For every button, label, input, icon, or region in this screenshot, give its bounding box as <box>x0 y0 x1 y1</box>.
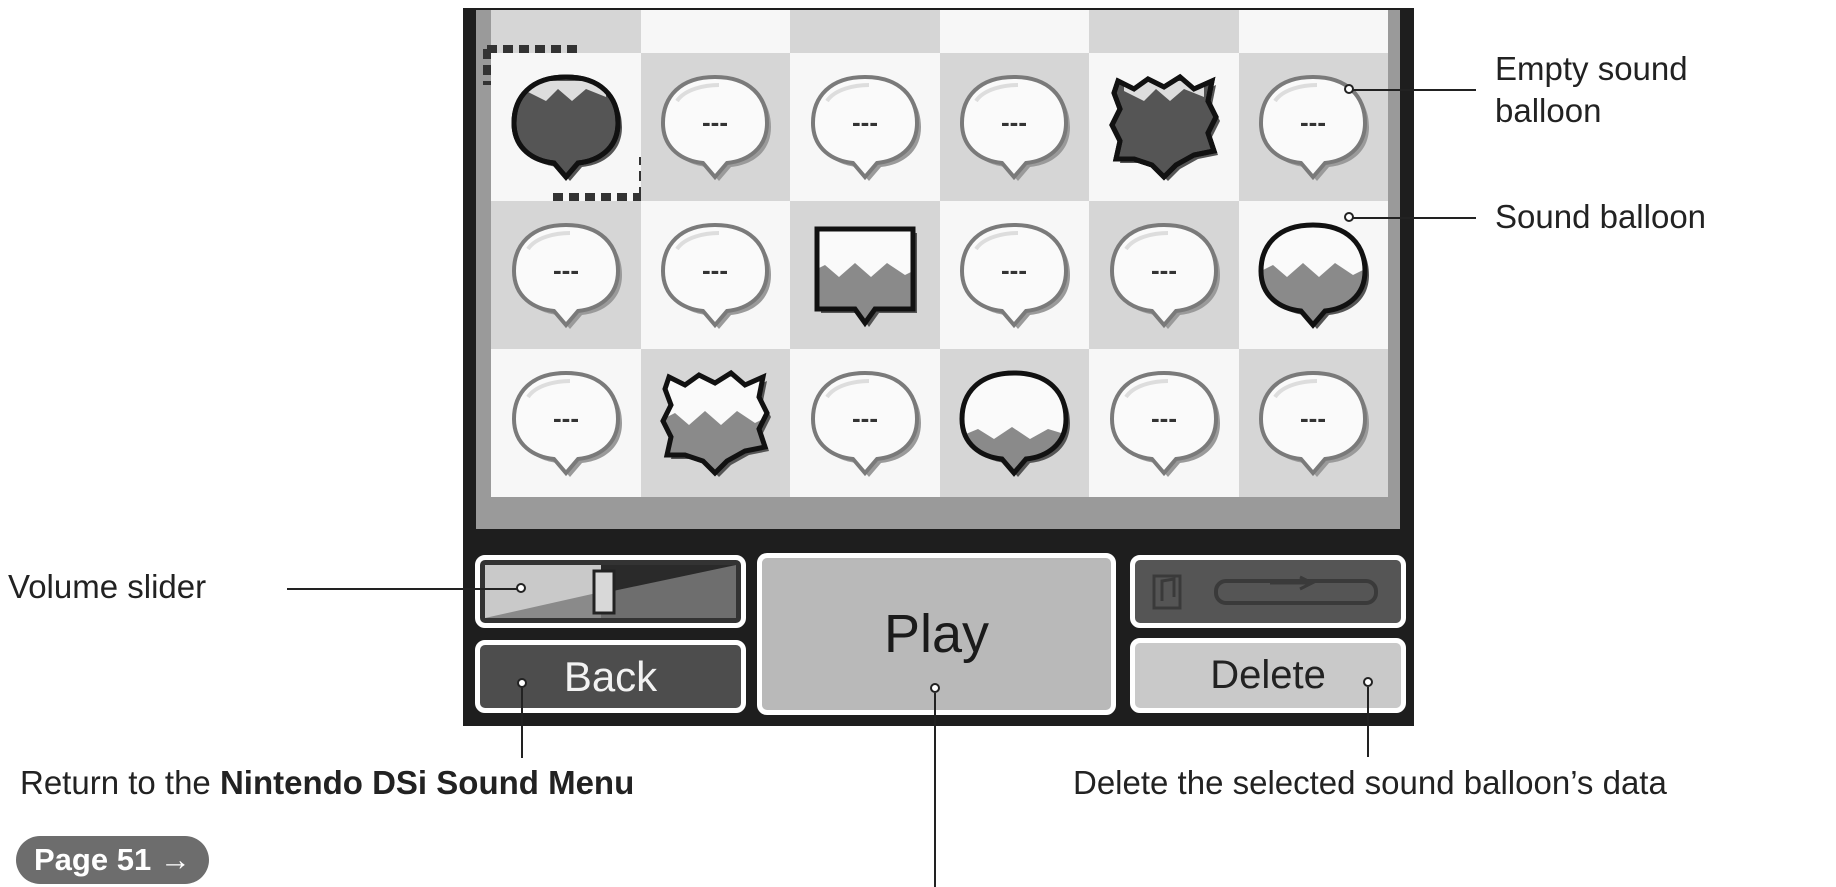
play-button-label: Play <box>883 604 990 664</box>
grid-tab <box>640 10 790 53</box>
svg-text:---: --- <box>702 107 728 137</box>
music-transfer-button[interactable] <box>1130 555 1406 628</box>
callout-line <box>1348 217 1476 219</box>
grid-tab <box>491 10 641 53</box>
empty-sound-balloon[interactable]: --- <box>790 349 940 497</box>
sound-balloon[interactable] <box>483 45 647 201</box>
grid-tab <box>939 10 1089 53</box>
sound-balloon-icon <box>511 74 622 181</box>
page-reference-badge[interactable]: Page 51 → <box>16 836 209 884</box>
empty-sound-balloon[interactable]: --- <box>790 53 940 201</box>
empty-sound-balloon[interactable]: --- <box>640 201 790 349</box>
balloon-row: --- --- --- --- <box>483 45 1388 201</box>
sound-balloon[interactable] <box>790 201 940 349</box>
empty-balloon-icon: --- <box>810 74 921 181</box>
empty-sound-balloon[interactable]: --- <box>491 349 641 497</box>
callout-sound-balloon: Sound balloon <box>1495 198 1707 235</box>
volume-slider[interactable] <box>475 555 746 628</box>
delete-button[interactable]: Delete <box>1130 638 1406 713</box>
callout-line <box>1348 89 1476 91</box>
callout-return-menu: Return to the Nintendo DSi Sound Menu <box>20 764 634 802</box>
empty-balloon-icon: --- <box>1259 74 1370 181</box>
empty-balloon-icon: --- <box>1109 370 1220 477</box>
back-button-label: Back <box>563 652 658 700</box>
grid-tab <box>1238 10 1388 53</box>
sound-balloon[interactable] <box>640 349 790 497</box>
svg-text:---: --- <box>553 255 579 285</box>
sound-balloon[interactable] <box>939 349 1089 497</box>
svg-text:---: --- <box>1151 255 1177 285</box>
grid-tab <box>1089 10 1239 53</box>
callout-dot <box>517 678 527 688</box>
empty-balloon-icon: --- <box>1109 222 1220 329</box>
balloon-row: --- --- --- --- <box>491 201 1388 349</box>
sound-balloon[interactable] <box>1089 53 1239 201</box>
grid-tab-row <box>491 10 1388 53</box>
empty-balloon-icon: --- <box>511 222 622 329</box>
callout-dot <box>930 683 940 693</box>
empty-balloon-icon: --- <box>1259 370 1370 477</box>
empty-sound-balloon[interactable]: --- <box>640 53 790 201</box>
empty-balloon-icon: --- <box>810 370 921 477</box>
empty-balloon-icon: --- <box>511 370 622 477</box>
callout-empty-balloon-line1: Empty sound <box>1495 50 1688 87</box>
svg-text:---: --- <box>852 107 878 137</box>
svg-text:---: --- <box>553 403 579 433</box>
music-note-icon <box>1152 574 1378 610</box>
callout-line <box>1367 687 1369 757</box>
callout-volume-slider: Volume slider <box>8 568 207 605</box>
callout-return-menu-name: Nintendo DSi Sound Menu <box>219 764 635 801</box>
svg-text:---: --- <box>702 255 728 285</box>
sound-balloon-icon <box>959 370 1071 477</box>
sound-balloon-icon <box>660 369 772 477</box>
sound-balloon-icon <box>814 226 917 328</box>
callout-delete-data: Delete the selected sound balloon’s data <box>1073 764 1667 801</box>
empty-sound-balloon[interactable]: --- <box>1089 201 1239 349</box>
callout-dot <box>1344 212 1354 222</box>
svg-text:---: --- <box>852 403 878 433</box>
sound-balloon[interactable] <box>1238 201 1388 349</box>
callout-line <box>287 588 521 590</box>
volume-slider-thumb[interactable] <box>592 569 616 615</box>
svg-text:---: --- <box>1001 255 1027 285</box>
callout-dot <box>1344 84 1354 94</box>
callout-line <box>934 693 936 887</box>
callout-line <box>521 688 523 758</box>
svg-text:---: --- <box>1001 107 1027 137</box>
callout-return-prefix: Return to the <box>20 764 220 801</box>
empty-balloon-icon: --- <box>960 74 1071 181</box>
sound-balloon-icon <box>1258 222 1370 329</box>
sound-balloon-icon <box>1108 73 1220 181</box>
empty-balloon-icon: --- <box>661 74 772 181</box>
empty-sound-balloon[interactable]: --- <box>939 201 1089 349</box>
balloon-row: --- --- --- --- <box>491 349 1388 497</box>
callout-empty-balloon-line2: balloon <box>1495 92 1602 129</box>
empty-sound-balloon[interactable]: --- <box>939 53 1089 201</box>
empty-sound-balloon[interactable]: --- <box>1238 349 1388 497</box>
empty-balloon-icon: --- <box>661 222 772 329</box>
callout-dot <box>516 583 526 593</box>
empty-sound-balloon[interactable]: --- <box>491 201 641 349</box>
empty-sound-balloon[interactable]: --- <box>1238 53 1388 201</box>
delete-button-label: Delete <box>1210 653 1326 697</box>
empty-balloon-icon: --- <box>960 222 1071 329</box>
back-button[interactable]: Back <box>475 640 746 713</box>
svg-text:---: --- <box>1300 107 1326 137</box>
svg-text:---: --- <box>1151 403 1177 433</box>
svg-text:---: --- <box>1300 403 1326 433</box>
callout-dot <box>1363 677 1373 687</box>
balloon-grid: --- --- --- --- --- --- --- --- --- --- --- --- <box>483 10 1388 497</box>
empty-sound-balloon[interactable]: --- <box>1089 349 1239 497</box>
grid-tab <box>790 10 940 53</box>
